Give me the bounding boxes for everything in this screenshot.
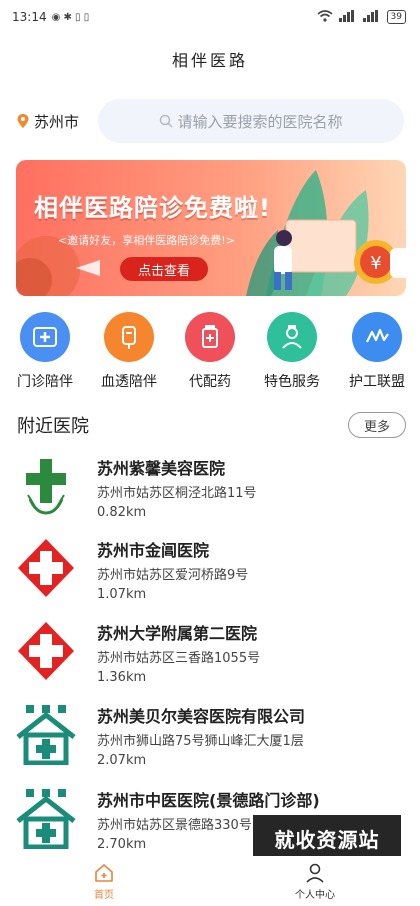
caregiver-icon [352, 312, 402, 362]
tab-home-label: 首页 [94, 889, 114, 901]
service-label: 特色服务 [264, 374, 320, 390]
hospital-name: 苏州大学附属第二医院 [97, 624, 258, 643]
search-icon [160, 114, 174, 128]
green-cross-logo [26, 459, 66, 515]
dialysis-icon [104, 312, 154, 362]
status-bar: 13:14 ◉ ✱ ▯ ▯ 39 [0, 0, 420, 34]
user-icon [306, 863, 324, 883]
search-placeholder: 请输入要搜索的医院名称 [177, 112, 343, 131]
banner-view-button[interactable]: 点击查看 [120, 257, 208, 281]
signal-icon-2 [362, 9, 381, 25]
promo-banner[interactable]: ¥ 相伴医路陪诊免费啦! <邀请好友，享相伴医路陪诊免费!> 点击查看 [16, 160, 406, 296]
tab-profile[interactable]: 个人中心 [265, 856, 365, 906]
hospital-address: 苏州市姑苏区桐泾北路11号 [97, 486, 257, 501]
signal-icon [338, 9, 357, 25]
service-caregiver-alliance[interactable]: 护工联盟 [340, 312, 414, 391]
hospital-distance: 2.07km [97, 753, 147, 768]
more-button[interactable]: 更多 [348, 412, 406, 438]
service-label: 代配药 [189, 374, 231, 390]
hospital-address: 苏州市姑苏区爱河桥路9号 [97, 568, 249, 583]
service-label: 护工联盟 [349, 374, 405, 390]
hospital-distance: 2.70km [97, 837, 147, 852]
page-title: 相伴医路 [171, 51, 248, 70]
medicine-icon [185, 312, 235, 362]
city-selector[interactable]: 苏州市 [16, 111, 98, 132]
location-pin-icon [17, 114, 29, 128]
hospital-name: 苏州市中医医院(景德路门诊部) [97, 791, 320, 810]
service-special[interactable]: 特色服务 [255, 312, 329, 391]
red-cross-logo [18, 622, 74, 680]
banner-illustration: ¥ [16, 170, 406, 296]
hospital-address: 苏州市狮山路75号狮山峰汇大厦1层 [97, 734, 304, 749]
clinic-icon [20, 312, 70, 362]
service-label: 门诊陪伴 [17, 374, 73, 390]
search-row: 苏州市 请输入要搜索的医院名称 [0, 98, 420, 144]
hospital-list-item[interactable]: 苏州市金阊医院 苏州市姑苏区爱河桥路9号 1.07km [0, 537, 420, 617]
wifi-icon [317, 9, 333, 25]
banner-title: 相伴医路陪诊免费啦! [34, 194, 271, 222]
hospital-distance: 0.82km [97, 505, 147, 520]
tab-profile-label: 个人中心 [295, 889, 335, 901]
hospital-name: 苏州紫馨美容医院 [97, 459, 226, 478]
service-dialysis-escort[interactable]: 血透陪伴 [92, 312, 166, 391]
hospital-address: 苏州市姑苏区三香路1055号 [97, 651, 261, 666]
teal-house-logo [16, 789, 76, 849]
battery-indicator: 39 [386, 10, 406, 24]
hospital-list-item[interactable]: 苏州美贝尔美容医院有限公司 苏州市狮山路75号狮山峰汇大厦1层 2.07km [0, 703, 420, 783]
search-input[interactable]: 请输入要搜索的医院名称 [98, 99, 404, 143]
hospital-distance: 1.36km [97, 670, 147, 685]
nearby-section-title: 附近医院 [17, 416, 89, 437]
watermark-label: 就收资源站 [253, 815, 401, 861]
hospital-list-item[interactable]: 苏州大学附属第二医院 苏州市姑苏区三香路1055号 1.36km [0, 620, 420, 700]
bottom-tab-bar: 首页 个人中心 [0, 856, 420, 906]
coin-symbol: ¥ [370, 253, 381, 274]
hospital-name: 苏州美贝尔美容医院有限公司 [97, 707, 306, 726]
service-shortcuts: 门诊陪伴 血透陪伴 代配药 特色服务 护工联盟 [0, 312, 420, 392]
service-clinic-escort[interactable]: 门诊陪伴 [8, 312, 82, 391]
city-label: 苏州市 [34, 112, 80, 131]
service-label: 血透陪伴 [101, 374, 157, 390]
teal-house-logo [16, 705, 76, 765]
notification-icons: ◉ ✱ ▯ ▯ [51, 11, 90, 23]
home-icon [95, 863, 113, 882]
hospital-list-item[interactable]: 苏州紫馨美容医院 苏州市姑苏区桐泾北路11号 0.82km [0, 455, 420, 535]
red-cross-logo [18, 539, 74, 597]
hospital-distance: 1.07km [97, 587, 147, 602]
tab-home[interactable]: 首页 [54, 856, 154, 906]
status-time: 13:14 [12, 10, 47, 24]
banner-subtitle: <邀请好友，享相伴医路陪诊免费!> [58, 234, 235, 247]
nurse-icon [267, 312, 317, 362]
hospital-address: 苏州市姑苏区景德路330号 [97, 818, 252, 833]
service-medicine-pickup[interactable]: 代配药 [173, 312, 247, 391]
hospital-name: 苏州市金阊医院 [97, 541, 210, 560]
